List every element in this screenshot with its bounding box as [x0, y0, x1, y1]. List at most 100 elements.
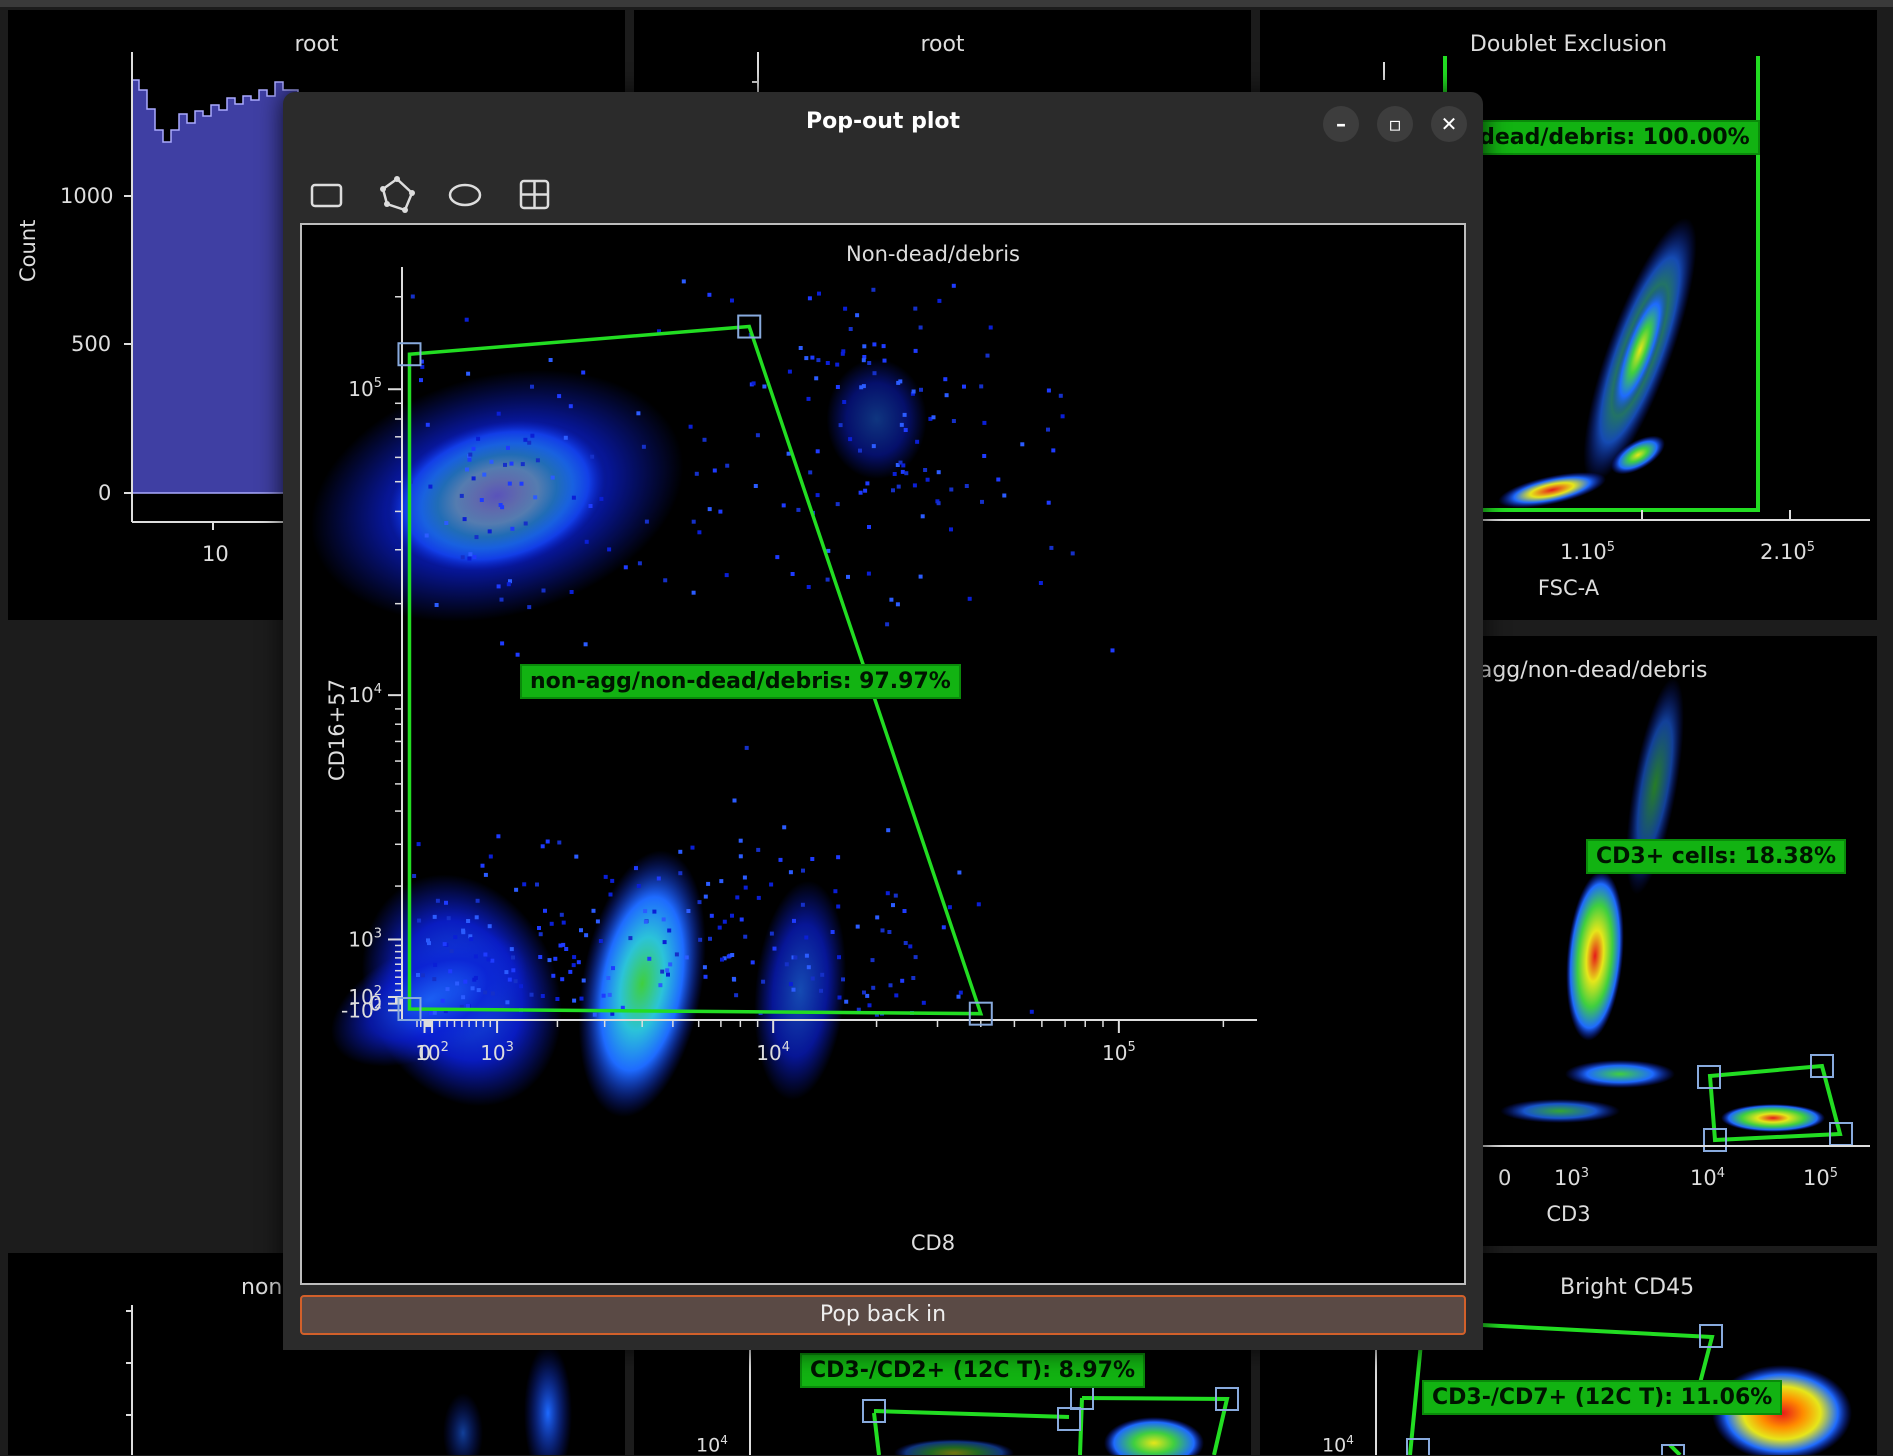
event-point: [506, 582, 511, 587]
event-point: [837, 955, 841, 960]
event-point: [471, 446, 476, 451]
event-point: [967, 596, 972, 601]
event-point: [908, 944, 913, 949]
minimize-button[interactable]: –: [1323, 106, 1359, 142]
y-tick: 104: [1322, 1433, 1354, 1456]
event-point: [511, 955, 515, 960]
ellipse-gate-tool[interactable]: [443, 172, 487, 216]
event-point: [467, 556, 472, 561]
event-point: [923, 468, 928, 472]
plot-area[interactable]: 0 102 103 104 105 -102 0 102 103 104 105 Non-dead/…: [300, 223, 1466, 1285]
background-top-strip: [0, 0, 1893, 7]
polygon-gate-tool[interactable]: [375, 172, 419, 216]
event-point: [724, 573, 729, 578]
event-point: [568, 969, 573, 974]
event-point: [572, 998, 577, 1003]
event-point: [918, 325, 923, 330]
event-point: [835, 385, 840, 389]
event-point: [1058, 393, 1063, 398]
event-point: [643, 909, 648, 914]
gate-label[interactable]: CD3-/CD2+ (12C T): 8.97%: [800, 1353, 1146, 1388]
gate-label[interactable]: CD3+ cells: 18.38%: [1586, 839, 1847, 874]
event-point: [557, 394, 562, 399]
x-tick: 104: [1690, 1166, 1726, 1190]
event-point: [530, 433, 535, 438]
gate-label[interactable]: CD3-/CD7+ (12C T): 11.06%: [1422, 1380, 1783, 1415]
event-point: [636, 411, 641, 416]
event-point: [880, 928, 885, 933]
pop-back-in-button[interactable]: Pop back in: [300, 1295, 1466, 1335]
event-point: [702, 437, 707, 442]
event-point: [429, 1011, 433, 1016]
event-point: [936, 470, 941, 475]
event-point: [426, 938, 430, 943]
event-point: [840, 351, 845, 356]
event-point: [468, 552, 473, 557]
event-point: [540, 844, 545, 849]
event-point: [949, 487, 954, 492]
event-point: [547, 958, 552, 963]
event-point: [461, 995, 466, 1000]
event-point: [844, 999, 849, 1004]
event-point: [731, 976, 736, 981]
event-point: [925, 477, 930, 482]
rectangle-gate-tool[interactable]: [305, 172, 349, 216]
event-point: [903, 428, 908, 432]
event-point: [571, 963, 576, 968]
event-point: [522, 882, 527, 887]
event-point: [637, 561, 642, 566]
event-point: [755, 433, 760, 438]
event-point: [584, 933, 589, 938]
event-point: [913, 306, 918, 311]
event-point: [730, 298, 734, 303]
event-point: [697, 900, 702, 905]
event-point: [644, 519, 649, 524]
event-point: [895, 602, 900, 607]
event-point: [792, 918, 796, 923]
event-point: [449, 949, 454, 954]
event-point: [419, 378, 423, 383]
y-tick: 104: [696, 1433, 728, 1456]
event-point: [806, 585, 811, 589]
gate-label[interactable]: -dead/debris: 100.00%: [1460, 120, 1760, 155]
event-point: [479, 498, 484, 502]
event-point: [1046, 388, 1051, 393]
event-point: [557, 840, 562, 845]
event-point: [956, 994, 961, 999]
event-point: [465, 1004, 470, 1008]
gate-label[interactable]: non-agg/non-dead/debris: 97.97%: [520, 664, 961, 699]
quadrant-gate-tool[interactable]: [512, 172, 556, 216]
event-point: [686, 909, 691, 913]
event-point: [806, 965, 811, 970]
event-point: [911, 389, 916, 394]
density-cluster: [1104, 1417, 1204, 1455]
event-point: [445, 987, 450, 992]
event-point: [410, 294, 415, 299]
event-point: [496, 411, 501, 416]
density-cluster: [754, 880, 847, 1101]
close-button[interactable]: ✕: [1431, 106, 1467, 142]
event-point: [483, 990, 488, 995]
gate-polygon: [1481, 1323, 1715, 1384]
event-point: [549, 921, 554, 926]
pop-out-plot-window[interactable]: Pop-out plot – ▫ ✕ 0 102 103 104 105 -102 0 102…: [283, 92, 1483, 1350]
event-point: [842, 400, 847, 404]
event-point: [662, 940, 667, 945]
event-point: [530, 384, 534, 389]
event-point: [784, 962, 789, 967]
event-point: [433, 962, 438, 967]
main-scatter-plot[interactable]: 0102 103 104 105-1020102103104105 Non-dead/…: [302, 225, 1464, 1283]
event-point: [743, 934, 748, 939]
histogram-fill: [131, 79, 299, 494]
event-point: [750, 960, 755, 965]
event-point: [725, 463, 730, 468]
x-tick: 105: [1803, 1166, 1839, 1190]
event-point: [801, 868, 805, 873]
event-point: [761, 979, 766, 984]
maximize-button[interactable]: ▫: [1377, 106, 1413, 142]
event-point: [553, 956, 558, 961]
event-point: [843, 306, 848, 311]
event-point: [804, 356, 809, 361]
event-point: [769, 931, 774, 936]
event-point: [690, 845, 695, 850]
